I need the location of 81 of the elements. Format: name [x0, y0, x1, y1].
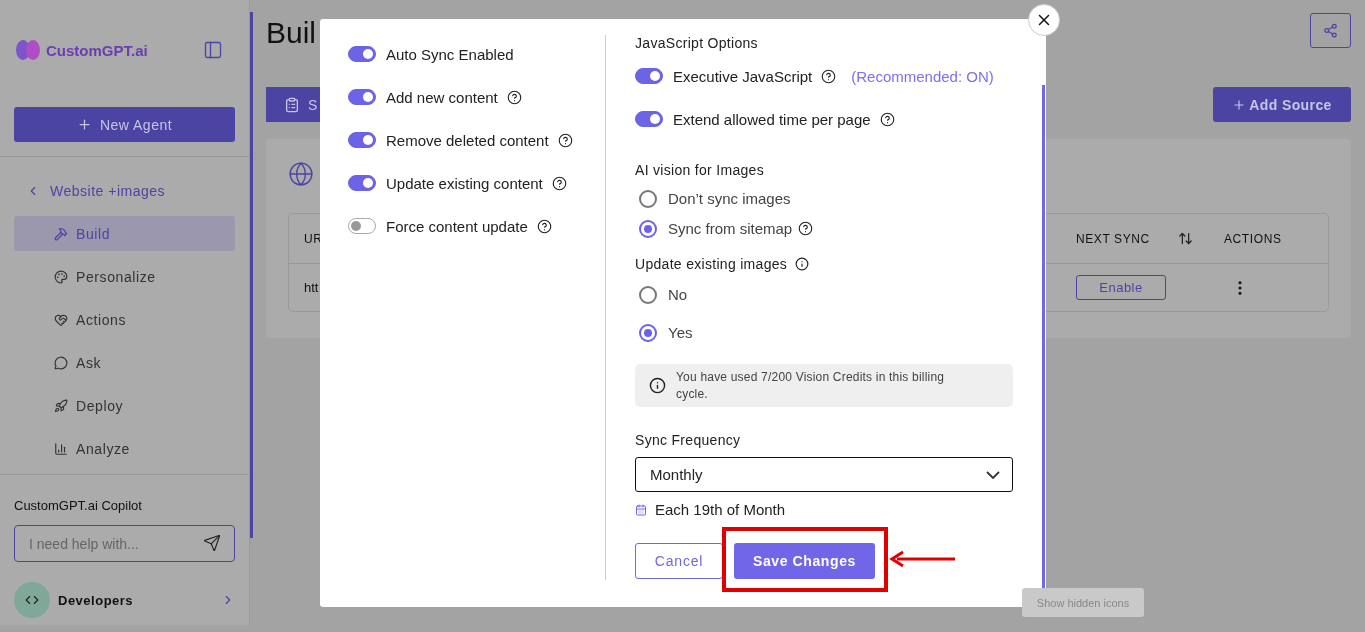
share-button[interactable]: [1310, 12, 1351, 48]
sidebar-item[interactable]: Ask: [14, 345, 235, 380]
tooltip: Show hidden icons: [1022, 588, 1144, 617]
toggle-switch[interactable]: [348, 132, 376, 148]
arrow-drawing: [889, 550, 957, 568]
credits-text: You have used 7/200 Vision Credits in this billing cycle.: [676, 369, 946, 403]
help-icon[interactable]: [551, 175, 567, 191]
new-agent-button[interactable]: New Agent: [14, 107, 235, 142]
radio-button[interactable]: [639, 219, 657, 238]
radio-label: No: [668, 286, 688, 303]
heart-handshake-icon: [54, 312, 68, 327]
toggle-label: Extend allowed time per page: [673, 110, 871, 128]
chevron-down-icon: [986, 470, 1000, 479]
calendar-icon: [635, 503, 647, 516]
recommendation-note: (Recommended: ON): [851, 67, 994, 85]
rocket-icon: [54, 398, 68, 413]
send-icon[interactable]: [203, 534, 221, 552]
toggle-label: Auto Sync Enabled: [386, 45, 514, 63]
toggle-label: Executive JavaScript: [673, 67, 813, 85]
radio-button[interactable]: [639, 285, 657, 304]
section-title: JavaScript Options: [635, 35, 759, 51]
palette-icon: [54, 269, 68, 284]
section-title: Update existing images: [635, 256, 788, 272]
cancel-button[interactable]: Cancel: [635, 543, 723, 579]
section-title: AI vision for Images: [635, 162, 765, 178]
add-source-button[interactable]: Add Source: [1213, 87, 1351, 122]
toggle-switch[interactable]: [348, 175, 376, 191]
toggle-switch[interactable]: [635, 68, 663, 84]
help-icon[interactable]: [557, 132, 573, 148]
info-icon[interactable]: [795, 257, 810, 271]
toggle-label: Add new content: [386, 88, 498, 106]
help-icon[interactable]: [821, 68, 837, 84]
back-link[interactable]: Website +images: [26, 176, 235, 206]
plus-icon: [1232, 97, 1247, 112]
radio-button[interactable]: [639, 189, 657, 208]
brand-logo[interactable]: CustomGPT.ai: [14, 36, 148, 64]
sidebar-item[interactable]: Build: [14, 216, 235, 251]
plus-icon: [76, 117, 92, 132]
help-icon[interactable]: [798, 221, 814, 236]
column-header[interactable]: NEXT SYNC: [1076, 231, 1161, 246]
bar-chart-icon: [54, 441, 68, 456]
toggle-switch[interactable]: [635, 111, 663, 127]
sidebar-item[interactable]: Actions: [14, 302, 235, 337]
save-button[interactable]: Save Changes: [734, 543, 875, 579]
globe-icon: [288, 161, 314, 187]
share-icon: [1323, 22, 1338, 38]
sort-icon[interactable]: [1178, 231, 1193, 246]
toggle-switch[interactable]: [348, 46, 376, 62]
clipboard-icon: [284, 96, 300, 113]
copilot-title: CustomGPT.ai Copilot: [14, 498, 143, 513]
radio-button[interactable]: [639, 323, 657, 342]
help-icon[interactable]: [879, 111, 895, 127]
page-title: Buil: [266, 16, 317, 50]
toggle-label: Force content update: [386, 217, 528, 235]
radio-label: Don’t sync images: [668, 190, 791, 207]
radio-label: Sync from sitemap: [668, 220, 793, 237]
sidebar-item[interactable]: Analyze: [14, 431, 235, 466]
toggle-label: Update existing content: [386, 174, 543, 192]
sidebar-item[interactable]: Personalize: [14, 259, 235, 294]
sidebar-item[interactable]: Deploy: [14, 388, 235, 423]
info-icon: [649, 377, 666, 394]
close-button[interactable]: [1028, 4, 1060, 36]
sources-tab[interactable]: S: [266, 87, 320, 122]
toggle-label: Remove deleted content: [386, 131, 549, 149]
code-icon: [25, 593, 39, 607]
scrollbar[interactable]: [250, 12, 253, 538]
enable-button[interactable]: Enable: [1076, 275, 1166, 300]
toggle-switch[interactable]: [348, 89, 376, 105]
schedule-text: Each 19th of Month: [655, 501, 786, 518]
table-cell-text: htt: [304, 280, 320, 295]
help-icon[interactable]: [536, 218, 552, 234]
radio-label: Yes: [668, 324, 693, 341]
column-header: ACTIONS: [1224, 231, 1282, 246]
frequency-select[interactable]: Monthly: [635, 457, 1013, 492]
hammer-icon: [54, 226, 68, 241]
field-label: Sync Frequency: [635, 432, 742, 448]
developers-label[interactable]: Developers: [58, 592, 213, 608]
toggle-switch[interactable]: [348, 218, 376, 234]
sidebar-toggle-icon[interactable]: [203, 40, 223, 60]
chat-bubble-icon: [54, 355, 68, 370]
help-icon[interactable]: [506, 89, 522, 105]
